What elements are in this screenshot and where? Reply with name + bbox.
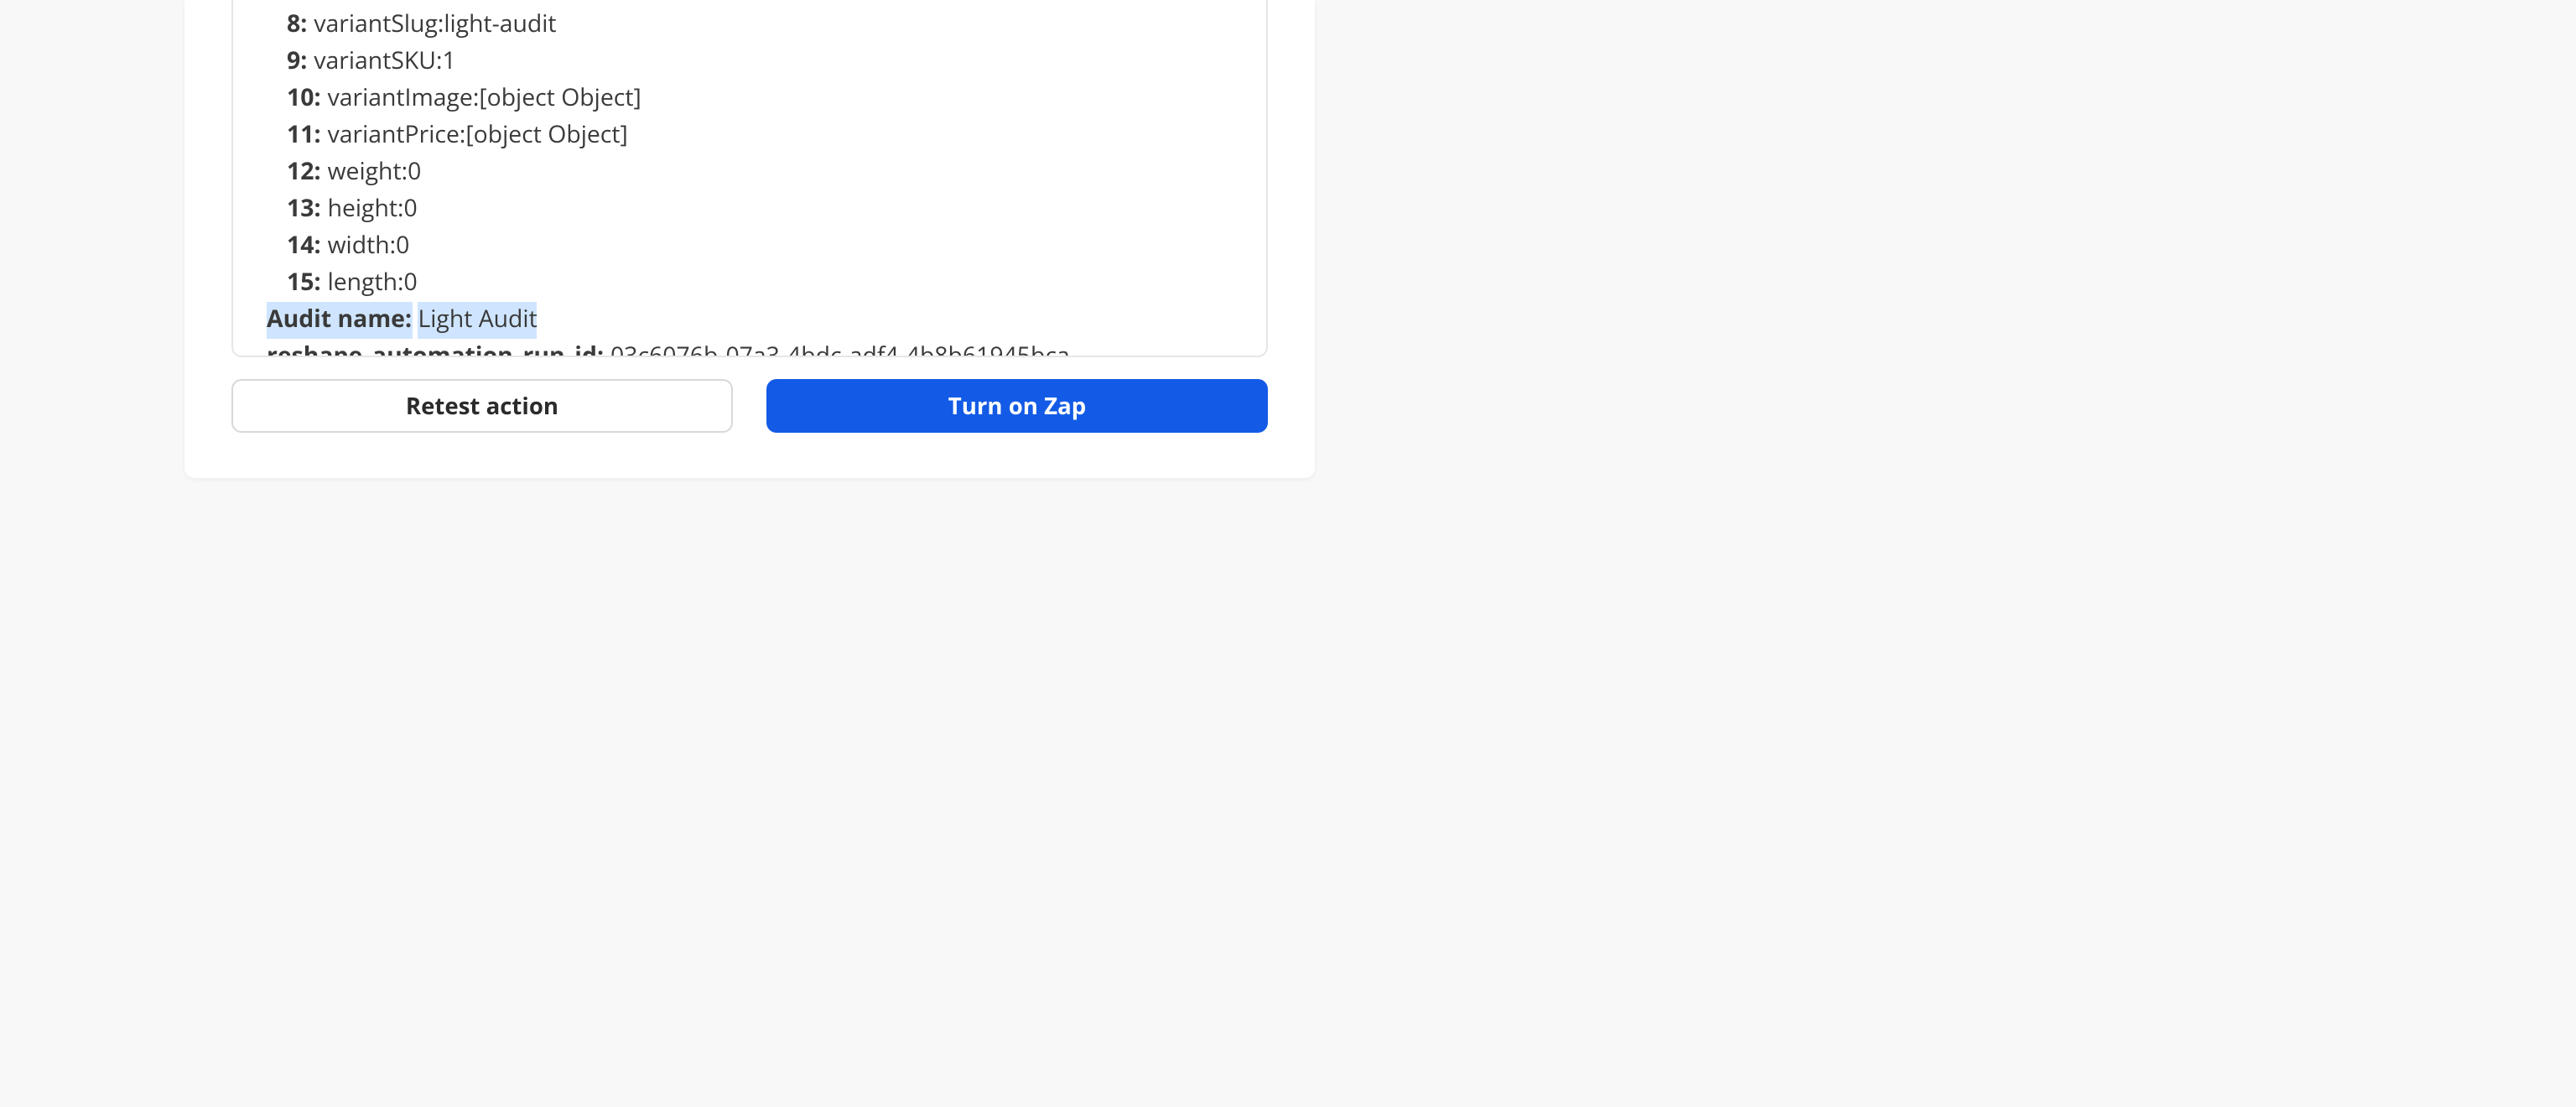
output-row: 8:variantSlug: light-audit <box>233 7 1266 44</box>
output-label: variantPrice <box>328 117 460 154</box>
colon: : <box>314 154 320 191</box>
colon: : <box>300 7 307 44</box>
output-label: variantSKU <box>314 44 436 81</box>
separator: : <box>473 81 479 117</box>
output-index: 11 <box>287 117 314 154</box>
output-value: 1 <box>442 44 455 81</box>
separator: : <box>390 228 396 265</box>
output-panel: 8:variantSlug: light-audit9:variantSKU: … <box>231 0 1268 357</box>
output-scroll[interactable]: 8:variantSlug: light-audit9:variantSKU: … <box>233 0 1266 356</box>
output-value: [object Object] <box>465 117 627 154</box>
output-value: light-audit <box>444 7 556 44</box>
retest-action-button[interactable]: Retest action <box>231 379 733 433</box>
zap-step-card: 8:variantSlug: light-audit9:variantSKU: … <box>184 0 1315 478</box>
output-label: height <box>328 191 397 228</box>
output-row: 11:variantPrice: [object Object] <box>233 117 1266 154</box>
output-value: 0 <box>408 154 421 191</box>
separator: : <box>397 191 403 228</box>
separator: : <box>397 265 403 302</box>
output-index: 14 <box>287 228 314 265</box>
retest-action-label: Retest action <box>406 390 558 422</box>
colon: : <box>314 191 320 228</box>
turn-on-zap-label: Turn on Zap <box>948 390 1086 422</box>
output-value: 0 <box>403 265 417 302</box>
output-row-run-id: reshape_automation_run_id:03c6076b-07a3-… <box>233 339 1266 356</box>
output-row: 13:height: 0 <box>233 191 1266 228</box>
run-id-value: 03c6076b-07a3-4bdc-adf4-4b8b61945bca <box>610 339 1070 356</box>
output-label: variantSlug <box>314 7 438 44</box>
separator: : <box>436 44 442 81</box>
output-label: length <box>328 265 397 302</box>
output-row: 10:variantImage: [object Object] <box>233 81 1266 117</box>
audit-name-value: Light Audit <box>418 302 537 339</box>
output-label: weight <box>328 154 402 191</box>
colon: : <box>405 302 412 339</box>
run-id-key: reshape_automation_run_id <box>267 339 597 356</box>
colon: : <box>597 339 604 356</box>
output-row: 14:width: 0 <box>233 228 1266 265</box>
spacer <box>412 302 418 339</box>
output-index: 8 <box>287 7 300 44</box>
separator: : <box>460 117 465 154</box>
output-row: 15:length: 0 <box>233 265 1266 302</box>
colon: : <box>300 44 307 81</box>
turn-on-zap-button[interactable]: Turn on Zap <box>766 379 1268 433</box>
output-label: width <box>328 228 390 265</box>
output-index: 13 <box>287 191 314 228</box>
separator: : <box>402 154 408 191</box>
output-index: 12 <box>287 154 314 191</box>
output-row: 9:variantSKU: 1 <box>233 44 1266 81</box>
colon: : <box>314 228 320 265</box>
output-index: 9 <box>287 44 300 81</box>
output-value: 0 <box>403 191 417 228</box>
output-label: variantImage <box>328 81 473 117</box>
colon: : <box>314 117 320 154</box>
output-row: 12:weight: 0 <box>233 154 1266 191</box>
output-row-audit-name: Audit name: Light Audit <box>233 302 1266 339</box>
colon: : <box>314 265 320 302</box>
colon: : <box>314 81 320 117</box>
action-buttons-row: Retest action Turn on Zap <box>231 379 1268 433</box>
output-index: 10 <box>287 81 314 117</box>
audit-name-key: Audit name <box>267 302 405 339</box>
output-value: 0 <box>396 228 409 265</box>
output-value: [object Object] <box>479 81 641 117</box>
separator: : <box>438 7 444 44</box>
output-index: 15 <box>287 265 314 302</box>
